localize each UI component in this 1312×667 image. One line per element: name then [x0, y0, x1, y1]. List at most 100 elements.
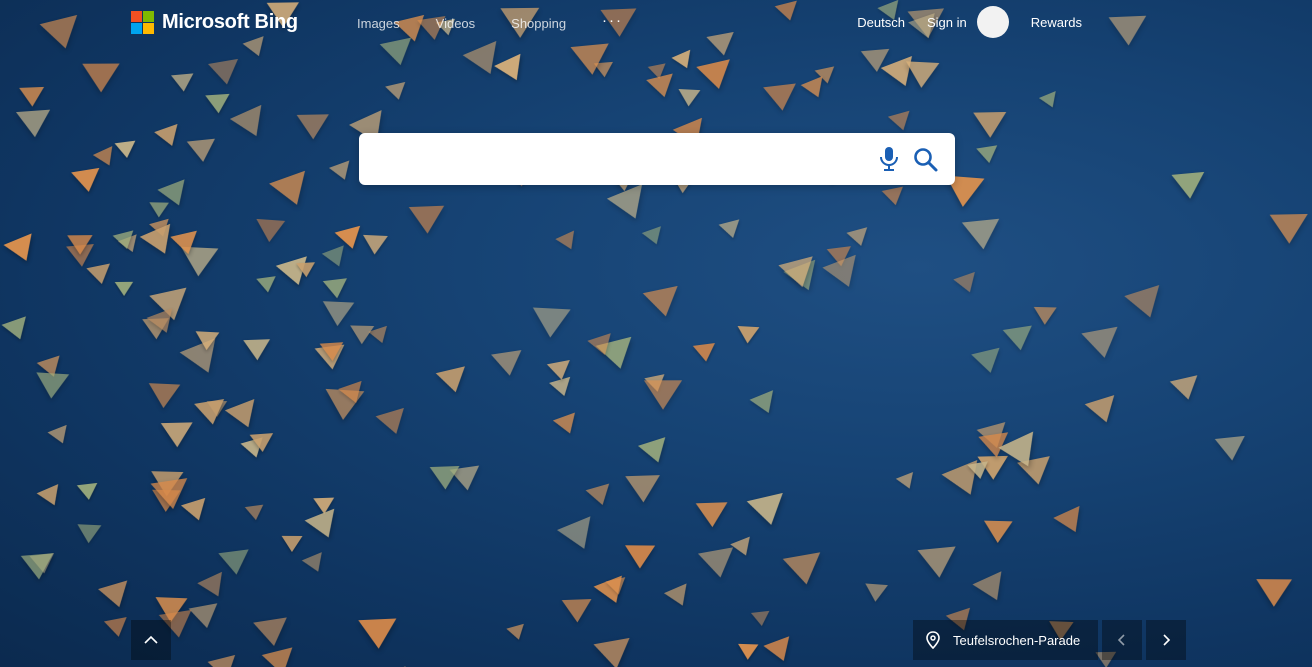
manta-ray-shape: [194, 399, 229, 428]
manta-ray-shape: [763, 636, 797, 667]
header-right: Deutsch Sign in Rewards: [857, 6, 1082, 38]
main-nav: Images Videos Shopping: [357, 16, 566, 31]
manta-ray-shape: [677, 89, 701, 108]
avatar[interactable]: [976, 6, 1009, 38]
manta-ray-shape: [304, 508, 344, 544]
manta-ray-shape: [718, 219, 744, 241]
manta-ray-shape: [19, 86, 46, 107]
previous-image-button[interactable]: [1102, 620, 1142, 660]
manta-ray-shape: [663, 583, 695, 611]
manta-ray-shape: [983, 520, 1013, 544]
manta-ray-shape: [624, 475, 661, 504]
manta-ray-shape: [1124, 285, 1169, 324]
manta-ray-shape: [697, 547, 738, 581]
manta-ray-shape: [255, 276, 278, 295]
brand-name: Microsoft Bing: [162, 11, 298, 33]
manta-ray-shape: [975, 145, 1000, 166]
manta-ray-shape: [322, 278, 350, 300]
manta-ray-shape: [296, 262, 316, 278]
manta-ray-shape: [904, 61, 939, 90]
manta-ray-shape: [962, 219, 1003, 252]
manta-ray-shape: [641, 225, 667, 248]
image-caption[interactable]: Teufelsrochen-Parade: [913, 620, 1098, 660]
manta-ray-shape: [225, 398, 264, 433]
manta-ray-shape: [254, 219, 286, 244]
manta-ray-shape: [262, 647, 299, 667]
manta-ray-shape: [1084, 394, 1122, 427]
manta-ray-shape: [1033, 307, 1057, 326]
manta-ray-shape: [160, 422, 194, 448]
manta-ray-shape: [268, 171, 315, 212]
manta-ray-shape: [195, 331, 220, 351]
manta-ray-shape: [328, 160, 355, 184]
manta-ray-shape: [71, 168, 104, 195]
next-image-button[interactable]: [1146, 620, 1186, 660]
chevron-right-icon: [1163, 634, 1171, 646]
microphone-icon[interactable]: [878, 146, 900, 172]
manta-ray-shape: [47, 425, 73, 448]
manta-ray-shape: [153, 123, 184, 150]
manta-ray-shape: [1053, 505, 1090, 539]
manta-ray-shape: [204, 93, 231, 114]
manta-ray-shape: [643, 285, 684, 320]
caption-text: Teufelsrochen-Parade: [953, 632, 1081, 648]
manta-ray-shape: [1171, 172, 1207, 201]
manta-ray-shape: [782, 552, 826, 589]
manta-ray-shape: [1255, 579, 1292, 608]
manta-ray-shape: [243, 339, 271, 361]
manta-ray-shape: [338, 380, 369, 407]
manta-ray-shape: [3, 233, 41, 267]
nav-shopping[interactable]: Shopping: [511, 16, 566, 31]
manta-ray-shape: [882, 186, 907, 208]
manta-ray-shape: [15, 109, 52, 139]
manta-ray-shape: [67, 234, 93, 255]
manta-ray-shape: [552, 412, 581, 438]
manta-ray-shape: [971, 347, 1005, 376]
nav-videos[interactable]: Videos: [436, 16, 476, 31]
search-input[interactable]: [375, 133, 859, 187]
manta-ray-shape: [409, 205, 446, 235]
manta-ray-shape: [972, 571, 1012, 608]
language-link[interactable]: Deutsch: [857, 15, 905, 30]
manta-ray-shape: [643, 380, 682, 411]
manta-ray-shape: [556, 516, 601, 557]
manta-ray-shape: [147, 383, 181, 410]
manta-ray-shape: [197, 572, 231, 603]
scroll-up-button[interactable]: [131, 620, 171, 660]
manta-ray-shape: [436, 366, 471, 396]
manta-ray-shape: [736, 325, 760, 344]
manta-ray-shape: [972, 112, 1007, 139]
manta-ray-shape: [104, 616, 131, 639]
manta-ray-shape: [76, 524, 102, 544]
nav-images[interactable]: Images: [357, 16, 400, 31]
manta-ray-shape: [1081, 326, 1123, 362]
search-icon[interactable]: [913, 147, 939, 173]
manta-ray-shape: [280, 535, 303, 552]
manta-ray-shape: [245, 504, 266, 522]
rewards-link[interactable]: Rewards: [1031, 15, 1082, 30]
manta-ray-shape: [693, 343, 718, 363]
manta-ray-shape: [86, 263, 115, 287]
manta-ray-shape: [1269, 214, 1308, 245]
manta-ray-shape: [1169, 375, 1203, 403]
manta-ray-shape: [750, 611, 772, 628]
manta-ray-shape: [187, 138, 218, 163]
sign-in-link[interactable]: Sign in: [927, 15, 967, 30]
manta-ray-shape: [763, 83, 799, 113]
manta-ray-shape: [695, 502, 729, 529]
manta-ray-shape: [586, 483, 615, 509]
manta-ray-shape: [249, 432, 275, 453]
manta-ray-shape: [350, 325, 375, 345]
search-box: [359, 133, 955, 187]
manta-ray-shape: [82, 63, 120, 93]
manta-ray-shape: [319, 341, 345, 362]
bing-logo[interactable]: Microsoft Bing: [131, 11, 298, 34]
more-menu-button[interactable]: ···: [602, 12, 623, 29]
manta-ray-shape: [555, 230, 582, 254]
manta-ray-shape: [20, 552, 56, 581]
manta-ray-shape: [34, 372, 69, 400]
manta-ray-shape: [301, 552, 328, 576]
manta-ray-shape: [917, 546, 959, 580]
manta-ray-shape: [562, 599, 593, 624]
manta-ray-shape: [888, 111, 915, 134]
